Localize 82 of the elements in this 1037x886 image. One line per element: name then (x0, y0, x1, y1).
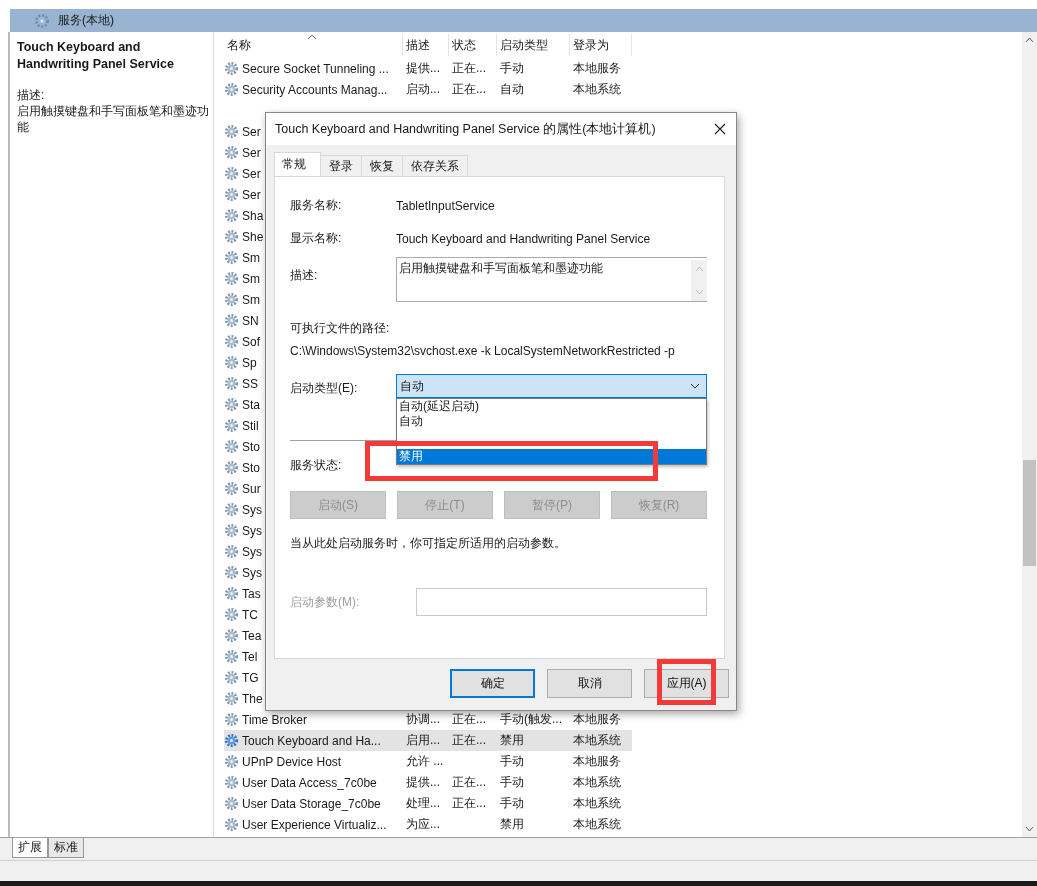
field-label: 描述: (290, 267, 319, 284)
field-label: 服务名称: (290, 197, 343, 214)
service-description: 协调... (406, 711, 440, 728)
service-name: User Data Storage_7c0be (242, 796, 381, 811)
service-name: Tas (242, 586, 261, 601)
service-name: SS (242, 376, 258, 391)
service-name: The (242, 691, 263, 706)
path-label: 可执行文件的路径: (290, 320, 391, 337)
service-name: User Data Access_7c0be (242, 775, 377, 790)
service-name: Tel (242, 649, 258, 664)
service-name: Sta (242, 397, 260, 412)
service-name: Stil (242, 418, 259, 433)
service-name: Sys (242, 544, 262, 559)
service-name: Sm (242, 271, 260, 286)
field-label: 启动参数(M): (290, 593, 361, 611)
service-status: 正在... (452, 732, 486, 749)
startup-type: 手动(触发... (500, 711, 562, 728)
service-status: 正在... (452, 60, 486, 77)
startup-type: 手动 (500, 60, 524, 77)
startup-type: 手动 (500, 753, 524, 770)
startup-type: 手动 (500, 795, 524, 812)
logon-account: 本地系统 (573, 732, 621, 749)
service-name: Secure Socket Tunneling ... (242, 61, 389, 76)
service-name: TG (242, 670, 259, 685)
hint-text: 当从此处启动服务时，你可指定所适用的启动参数。 (290, 535, 567, 552)
service-name: Ser (242, 166, 261, 181)
field-label: 显示名称: (290, 230, 343, 247)
logon-account: 本地系统 (573, 774, 621, 791)
service-name: Sm (242, 292, 260, 307)
service-name: User Experience Virtualiz... (242, 817, 387, 832)
startup-type: 自动 (500, 81, 524, 98)
service-name: Sys (242, 565, 262, 580)
logon-account: 本地系统 (573, 795, 621, 812)
description-text: 启用触摸键盘和手写面板笔和墨迹功能 (17, 103, 210, 135)
startup-type: 禁用 (500, 816, 524, 833)
logon-account: 本地服务 (573, 60, 621, 77)
service-description: 启用... (406, 732, 440, 749)
dialog-title: Touch Keyboard and Handwriting Panel Service 的属性(本地计算机) (275, 120, 656, 138)
service-description: 为应... (406, 816, 440, 833)
service-description: 提供... (406, 774, 440, 791)
service-description: 提供... (406, 60, 440, 77)
service-name: Sto (242, 460, 260, 475)
logon-account: 本地系统 (573, 816, 621, 833)
service-status: 正在... (452, 795, 486, 812)
startup-type: 手动 (500, 774, 524, 791)
field-label: 启动类型(E): (290, 380, 359, 397)
description-label: 描述: (17, 87, 46, 103)
service-description: 处理... (406, 795, 440, 812)
service-name: TC (242, 607, 258, 622)
field-label: 服务状态: (290, 457, 343, 474)
service-status: 正在... (452, 774, 486, 791)
service-status: 正在... (452, 711, 486, 728)
service-name: SN (242, 313, 259, 328)
service-name: Time Broker (242, 712, 307, 727)
startup-type: 禁用 (500, 732, 524, 749)
service-description: 允许 ... (406, 753, 444, 770)
service-title: Touch Keyboard and Handwriting Panel Service (17, 39, 175, 73)
service-name: Sto (242, 439, 260, 454)
service-status: 正在... (452, 81, 486, 98)
field-value: TabletInputService (396, 198, 495, 213)
header-title: 服务(本地) (58, 12, 114, 29)
service-name: Touch Keyboard and Ha... (242, 733, 381, 748)
field-value: Touch Keyboard and Handwriting Panel Service (396, 231, 651, 246)
service-name: Tea (242, 628, 262, 643)
service-name: Sha (242, 208, 264, 223)
service-name: Sm (242, 250, 260, 265)
service-name: Sys (242, 523, 262, 538)
service-name: UPnP Device Host (242, 754, 342, 769)
service-name: Sys (242, 502, 262, 517)
service-name: She (242, 229, 264, 244)
service-name: Security Accounts Manag... (242, 82, 388, 97)
service-name: Sof (242, 334, 260, 349)
logon-account: 本地系统 (573, 81, 621, 98)
service-name: Ser (242, 124, 261, 139)
executable-path: C:\Windows\System32\svchost.exe -k LocalSystemNetworkRestricted -p (290, 344, 676, 358)
logon-account: 本地服务 (573, 711, 621, 728)
logon-account: 本地服务 (573, 753, 621, 770)
service-description: 启动... (406, 81, 440, 98)
service-name: Sp (242, 355, 257, 370)
service-name: Ser (242, 145, 261, 160)
service-name: Sur (242, 481, 261, 496)
service-name: Ser (242, 187, 261, 202)
